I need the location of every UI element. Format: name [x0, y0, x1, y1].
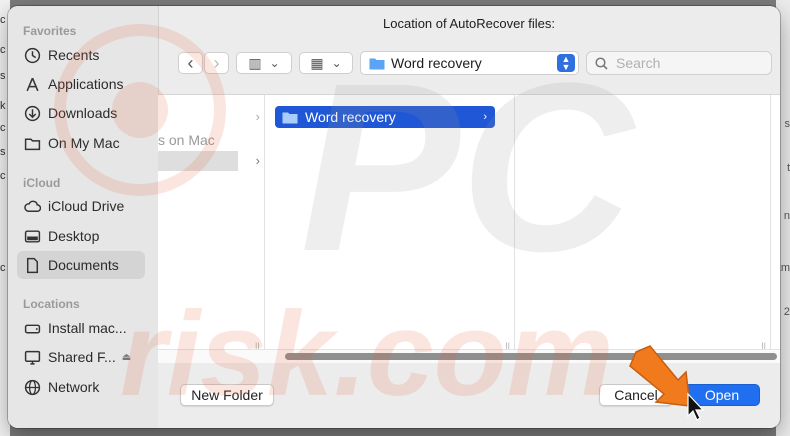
sidebar-item-network[interactable]: Network — [17, 373, 145, 401]
bg-fragment: c — [0, 122, 6, 134]
bg-fragment: c — [0, 44, 6, 56]
sidebar-item-on-my-mac[interactable]: On My Mac — [17, 129, 145, 157]
sidebar-header-locations: Locations — [23, 297, 80, 311]
download-icon — [23, 104, 41, 122]
chevron-down-icon: ⌄ — [331, 56, 342, 70]
column-item-on-my-mac[interactable]: s on Mac — [158, 132, 215, 148]
column-browser: › s on Mac › || || Word recovery › || — [158, 94, 780, 361]
chevron-right-icon: › — [255, 153, 260, 168]
cancel-button[interactable]: Cancel — [599, 384, 673, 406]
sidebar-item-downloads[interactable]: Downloads — [17, 99, 145, 127]
columns-view-icon: ▥ — [248, 54, 262, 71]
disk-icon — [23, 319, 41, 337]
search-field[interactable] — [586, 51, 772, 75]
bg-fragment: 2 — [783, 306, 790, 318]
chevron-right-icon: › — [483, 111, 487, 123]
autorecover-location-dialog: Favorites Recents Applications Downloads… — [8, 6, 780, 428]
sidebar-item-label: iCloud Drive — [48, 198, 125, 214]
desktop-icon — [23, 227, 41, 245]
sidebar-item-install-macos[interactable]: Install mac... — [17, 314, 145, 342]
sidebar-item-recents[interactable]: Recents — [17, 41, 145, 69]
sidebar-item-label: Shared F... — [48, 349, 116, 365]
dialog-title: Location of AutoRecover files: — [383, 16, 555, 31]
dialog-footer: New Folder Cancel Open — [158, 363, 780, 428]
search-input[interactable] — [614, 54, 768, 72]
column-selection-highlight — [158, 151, 238, 171]
sidebar-item-icloud-drive[interactable]: iCloud Drive — [17, 192, 145, 220]
folder-icon — [23, 134, 41, 152]
bg-fragment: c — [0, 14, 6, 26]
sidebar: Favorites Recents Applications Downloads… — [8, 6, 159, 428]
applications-icon — [23, 75, 41, 93]
open-button[interactable]: Open — [684, 384, 760, 406]
sidebar-item-shared-folder[interactable]: Shared F... ⏏ — [17, 343, 145, 371]
sidebar-header-icloud: iCloud — [23, 176, 61, 190]
search-icon — [595, 56, 608, 70]
cloud-icon — [23, 197, 41, 215]
sidebar-item-label: Recents — [48, 47, 100, 63]
globe-icon — [23, 378, 41, 396]
sidebar-item-applications[interactable]: Applications — [17, 70, 145, 98]
chevron-down-icon: ⌄ — [269, 56, 280, 70]
folder-icon — [282, 111, 298, 124]
browser-column-1[interactable]: › s on Mac › — [158, 95, 265, 361]
bg-fragment: c — [0, 262, 6, 274]
stepper-icon: ▲ ▼ — [557, 54, 575, 72]
sidebar-item-label: Install mac... — [48, 320, 127, 336]
sidebar-header-favorites: Favorites — [23, 24, 77, 38]
bg-fragment: k — [0, 100, 6, 112]
eject-icon[interactable]: ⏏ — [122, 352, 131, 363]
display-icon — [23, 348, 41, 366]
folder-row-label: Word recovery — [305, 109, 396, 125]
group-options-button[interactable]: ▦ ⌄ — [299, 52, 353, 74]
forward-button[interactable]: › — [204, 52, 229, 74]
document-icon — [23, 256, 41, 274]
chevron-right-icon: › — [255, 109, 260, 124]
sidebar-item-label: Applications — [48, 76, 124, 92]
sidebar-item-documents[interactable]: Documents — [17, 251, 145, 279]
location-value: Word recovery — [391, 55, 482, 71]
bg-fragment: s — [784, 118, 790, 130]
sidebar-item-label: Downloads — [48, 105, 118, 121]
sidebar-item-label: Documents — [48, 257, 119, 273]
sidebar-item-label: Desktop — [48, 228, 100, 244]
folder-row-word-recovery[interactable]: Word recovery › — [275, 106, 495, 128]
folder-icon — [369, 57, 385, 70]
bg-fragment: c — [0, 170, 6, 182]
location-dropdown[interactable]: Word recovery ▲ ▼ — [360, 51, 579, 75]
back-button[interactable]: ‹ — [178, 52, 203, 74]
scrollbar-thumb[interactable] — [285, 353, 777, 360]
view-mode-columns-button[interactable]: ▥ ⌄ — [236, 52, 292, 74]
bg-fragment: s — [0, 70, 6, 82]
grid-view-icon: ▦ — [310, 54, 324, 71]
bg-fragment: n — [783, 210, 790, 222]
clock-icon — [23, 46, 41, 64]
browser-column-2[interactable]: || || — [255, 95, 515, 361]
sidebar-item-label: On My Mac — [48, 135, 120, 151]
horizontal-scrollbar[interactable] — [158, 349, 780, 364]
bg-fragment: s — [0, 146, 6, 158]
sidebar-item-desktop[interactable]: Desktop — [17, 222, 145, 250]
sidebar-item-label: Network — [48, 379, 100, 395]
browser-column-3[interactable]: || — [516, 95, 771, 361]
new-folder-button[interactable]: New Folder — [180, 384, 274, 406]
